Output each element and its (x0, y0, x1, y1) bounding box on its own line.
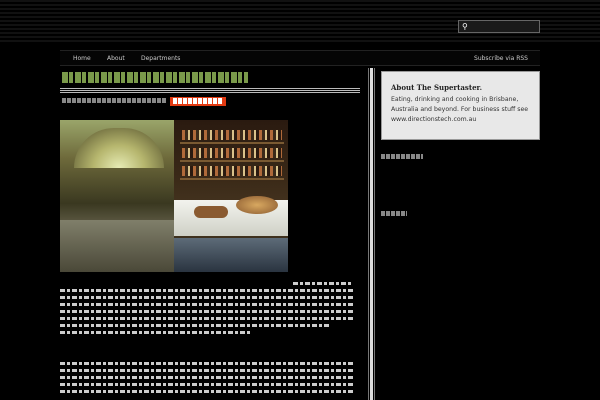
photo-bottles (182, 130, 282, 140)
text-line (293, 282, 353, 285)
search-box[interactable]: ⚲ (458, 20, 540, 33)
category-tag-glyphs (173, 98, 223, 104)
text-line (60, 383, 353, 386)
column-divider (368, 68, 375, 400)
text-line (60, 296, 353, 299)
post-title[interactable] (62, 72, 248, 87)
search-icon[interactable]: ⚲ (462, 22, 468, 32)
category-tag[interactable] (170, 97, 226, 106)
post-title-glyphs (62, 72, 248, 83)
photo-bottles (182, 148, 282, 158)
text-line (60, 317, 353, 320)
photo-display-case (174, 238, 288, 272)
about-widget: About The Supertaster. Eating, drinking … (381, 71, 540, 140)
text-line (60, 376, 353, 379)
sidebar-heading-glyphs (381, 211, 407, 216)
about-text: Eating, drinking and cooking in Brisbane… (391, 96, 529, 123)
text-line (60, 369, 353, 372)
post-photo[interactable] (60, 120, 288, 272)
text-line (60, 362, 353, 365)
text-line (60, 390, 353, 393)
photo-bottles (182, 166, 282, 176)
sidebar-heading (381, 153, 423, 161)
nav-item-departments[interactable]: Departments (141, 55, 180, 62)
sidebar-heading-glyphs (381, 154, 423, 159)
nav-item-home[interactable]: Home (73, 55, 91, 62)
text-line (60, 331, 250, 334)
nav-item-about[interactable]: About (107, 55, 125, 62)
photo-bread (194, 206, 228, 218)
about-title: About The Supertaster. (391, 83, 483, 92)
nav-bar: Home About Departments Subscribe via RSS (60, 50, 540, 66)
text-line (60, 289, 353, 292)
photo-shelf (180, 178, 284, 180)
title-rule (60, 88, 360, 94)
subscribe-rss-link[interactable]: Subscribe via RSS (474, 55, 528, 62)
photo-bread-basket (236, 196, 278, 214)
sidebar-heading (381, 210, 407, 218)
photo-shelf (180, 160, 284, 162)
text-line (60, 310, 353, 313)
post-meta (62, 98, 166, 105)
photo-floor (60, 220, 174, 272)
search-input[interactable] (472, 22, 538, 32)
post-meta-glyphs (62, 98, 166, 103)
text-line (60, 324, 330, 327)
text-line (60, 303, 353, 306)
post-body-paragraph (60, 362, 353, 397)
header-band: ⚲ (0, 0, 600, 44)
photo-shelf (180, 142, 284, 144)
post-body-paragraph (60, 282, 353, 338)
